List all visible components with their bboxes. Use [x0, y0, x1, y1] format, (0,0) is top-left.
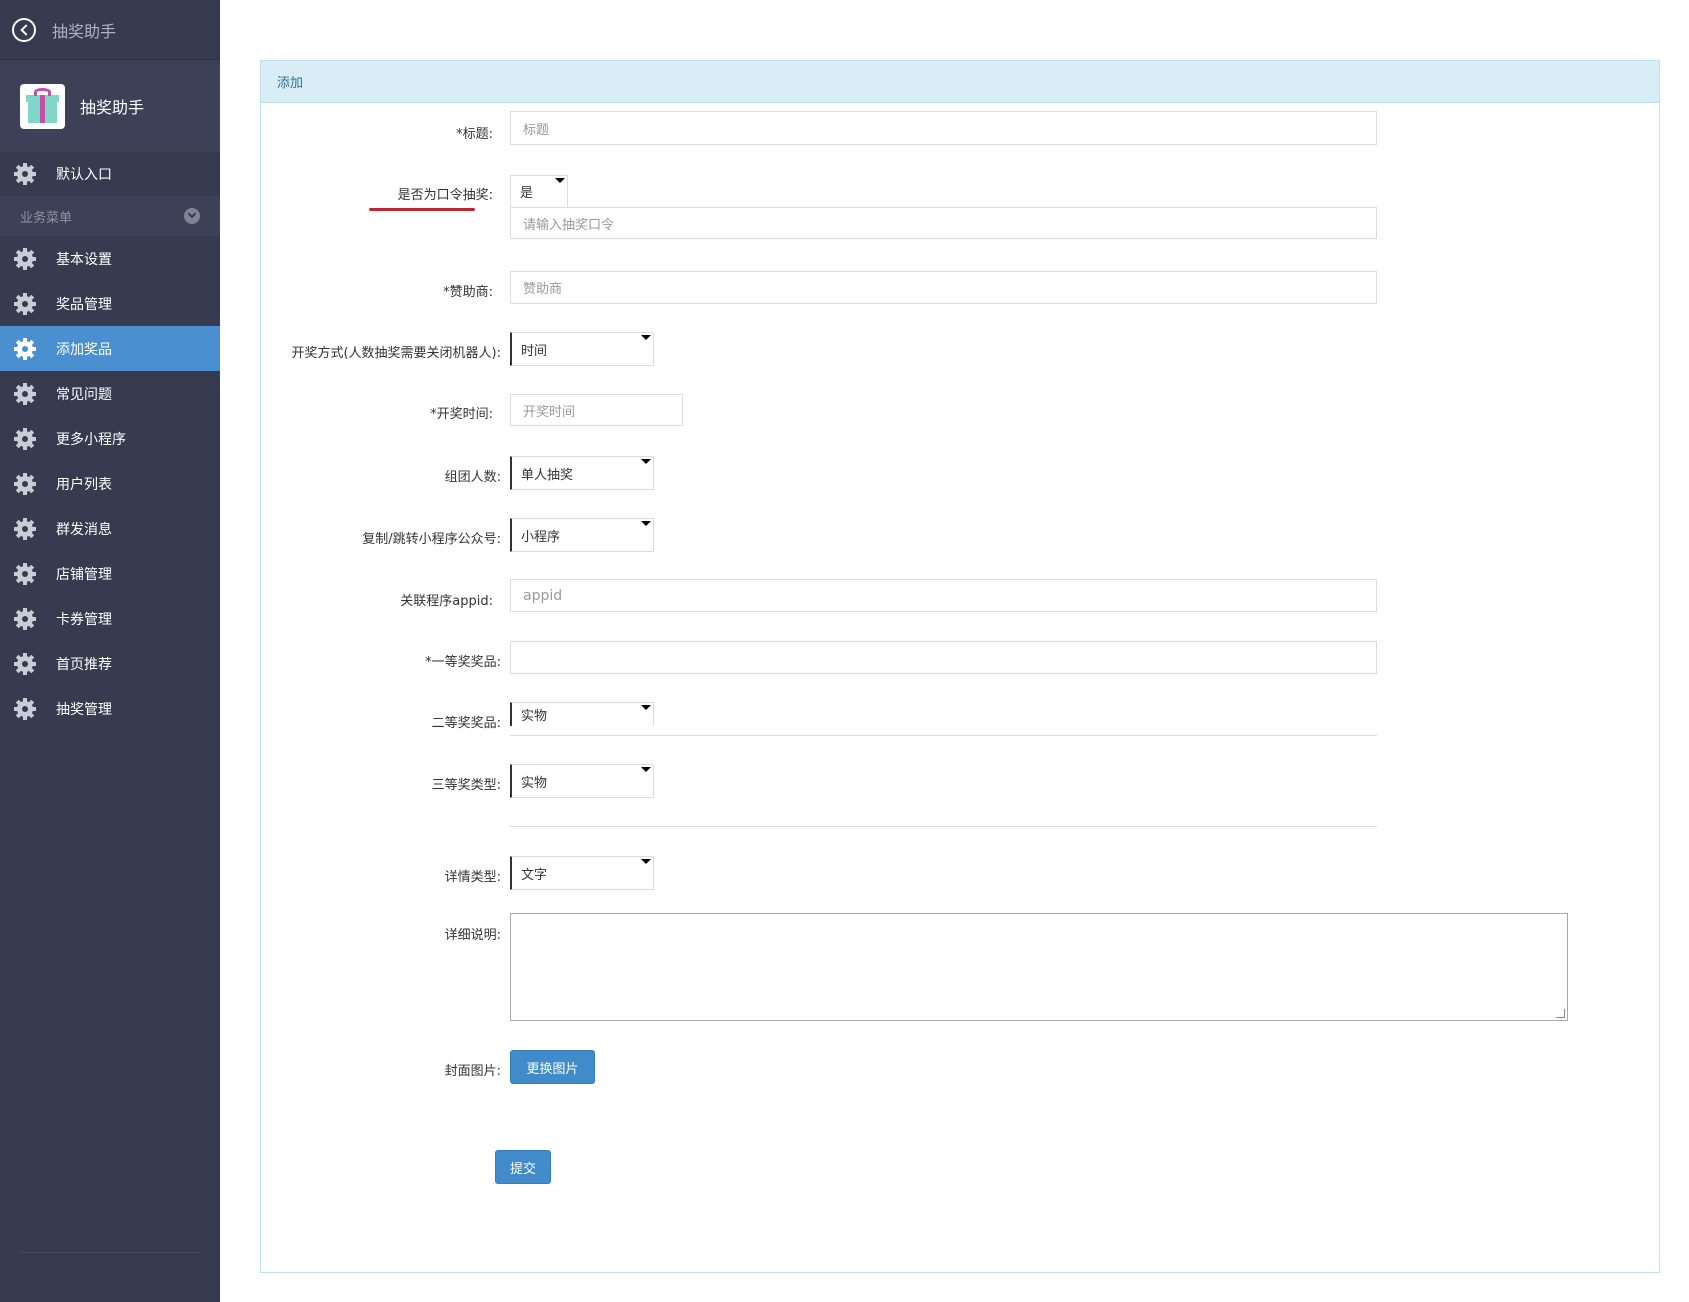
appid-label: 关联程序appid: — [400, 594, 493, 609]
gear-icon — [14, 163, 36, 185]
highlight-underline — [369, 208, 475, 211]
sidebar-item-10[interactable]: 首页推荐 — [0, 641, 220, 686]
group-size-select[interactable]: 单人抽奖 — [510, 456, 654, 490]
sidebar-item-label: 更多小程序 — [56, 431, 126, 448]
detail-desc-label: 详细说明: — [444, 928, 501, 943]
gear-icon — [14, 562, 36, 585]
third-prize-label: 三等奖类型: — [431, 778, 501, 793]
sidebar-item-label: 群发消息 — [56, 521, 112, 538]
gear-icon — [14, 652, 36, 675]
sidebar-item-label: 奖品管理 — [56, 296, 112, 313]
copy-jump-select[interactable]: 小程序 — [510, 518, 654, 552]
copy-jump-label: 复制/跳转小程序公众号: — [362, 532, 501, 547]
draw-time-label: *开奖时间: — [430, 407, 493, 422]
draw-mode-label: 开奖方式(人数抽奖需要关闭机器人): — [291, 346, 501, 361]
appid-input[interactable]: appid — [510, 579, 1377, 612]
gear-icon — [14, 292, 36, 315]
add-prize-panel: 添加 *标题: 标题 是否为口令抽奖: 是 请输入抽奖口令 *赞助商: 赞助商 … — [260, 60, 1660, 1273]
gear-icon — [14, 337, 36, 360]
sidebar-item-7[interactable]: 群发消息 — [0, 506, 220, 551]
sidebar-item-3[interactable]: 添加奖品 — [0, 326, 220, 371]
sidebar-group-header[interactable]: 业务菜单 — [0, 196, 220, 236]
password-select[interactable]: 是 — [510, 175, 568, 208]
gift-icon — [20, 83, 65, 129]
gear-icon — [14, 517, 36, 540]
detail-type-select[interactable]: 文字 — [510, 856, 654, 890]
gear-icon — [14, 427, 36, 450]
sidebar-item-label: 店铺管理 — [56, 566, 112, 583]
sidebar-item-label: 首页推荐 — [56, 656, 112, 673]
panel-title: 添加 — [261, 61, 1659, 103]
draw-time-input[interactable]: 开奖时间 — [510, 394, 683, 426]
gear-icon — [14, 607, 36, 630]
first-prize-label: *一等奖奖品: — [425, 655, 501, 670]
divider — [510, 826, 1377, 827]
sidebar-item-label: 基本设置 — [56, 251, 112, 268]
gear-icon — [14, 697, 36, 720]
third-prize-select[interactable]: 实物 — [510, 764, 654, 798]
back-icon[interactable] — [12, 17, 36, 42]
sidebar-item-2[interactable]: 奖品管理 — [0, 281, 220, 326]
sidebar-item-9[interactable]: 卡券管理 — [0, 596, 220, 641]
sidebar-item-11[interactable]: 抽奖管理 — [0, 686, 220, 731]
sidebar-menu: 基本设置奖品管理添加奖品常见问题更多小程序用户列表群发消息店铺管理卡券管理首页推… — [0, 236, 220, 731]
draw-mode-select[interactable]: 时间 — [510, 332, 654, 366]
sidebar-item-1[interactable]: 基本设置 — [0, 236, 220, 281]
submit-button[interactable]: 提交 — [495, 1150, 551, 1184]
cover-image-label: 封面图片: — [444, 1064, 501, 1079]
brand: 抽奖助手 — [0, 60, 220, 152]
sidebar: 抽奖助手 抽奖助手 默认入口 业务菜单 基本设置奖品管理添加奖品常见问题更多小程… — [0, 0, 220, 1302]
chevron-down-icon[interactable] — [184, 208, 200, 224]
password-label: 是否为口令抽奖: — [397, 188, 493, 203]
sidebar-item-label: 抽奖管理 — [56, 701, 112, 718]
gear-icon — [14, 472, 36, 495]
sidebar-item-default-entry[interactable]: 默认入口 — [0, 152, 220, 196]
divider — [20, 1252, 200, 1253]
brand-name: 抽奖助手 — [80, 98, 145, 117]
sidebar-item-label: 用户列表 — [56, 476, 112, 493]
password-input[interactable]: 请输入抽奖口令 — [510, 207, 1377, 239]
sidebar-item-4[interactable]: 常见问题 — [0, 371, 220, 416]
sidebar-item-label: 常见问题 — [56, 386, 112, 403]
second-prize-label: 二等奖奖品: — [431, 716, 501, 731]
divider — [510, 735, 1377, 736]
gear-icon — [14, 382, 36, 405]
sidebar-item-6[interactable]: 用户列表 — [0, 461, 220, 506]
title-input[interactable]: 标题 — [510, 111, 1377, 145]
second-prize-select[interactable]: 实物 — [510, 702, 654, 726]
first-prize-input[interactable] — [510, 641, 1377, 674]
sidebar-group-label: 业务菜单 — [20, 210, 73, 226]
detail-desc-textarea[interactable] — [510, 913, 1568, 1021]
group-size-label: 组团人数: — [444, 470, 501, 485]
sidebar-item-5[interactable]: 更多小程序 — [0, 416, 220, 461]
sidebar-item-label: 默认入口 — [56, 167, 112, 183]
sponsor-input[interactable]: 赞助商 — [510, 271, 1377, 304]
sponsor-label: *赞助商: — [443, 285, 493, 300]
title-label: *标题: — [456, 127, 493, 142]
detail-type-label: 详情类型: — [444, 870, 501, 885]
sidebar-item-label: 卡券管理 — [56, 611, 112, 628]
sidebar-top-bar: 抽奖助手 — [0, 0, 220, 60]
change-image-button[interactable]: 更换图片 — [510, 1050, 595, 1084]
gear-icon — [14, 247, 36, 270]
sidebar-item-label: 添加奖品 — [56, 341, 112, 358]
sidebar-item-8[interactable]: 店铺管理 — [0, 551, 220, 596]
sidebar-top-title: 抽奖助手 — [52, 21, 117, 41]
